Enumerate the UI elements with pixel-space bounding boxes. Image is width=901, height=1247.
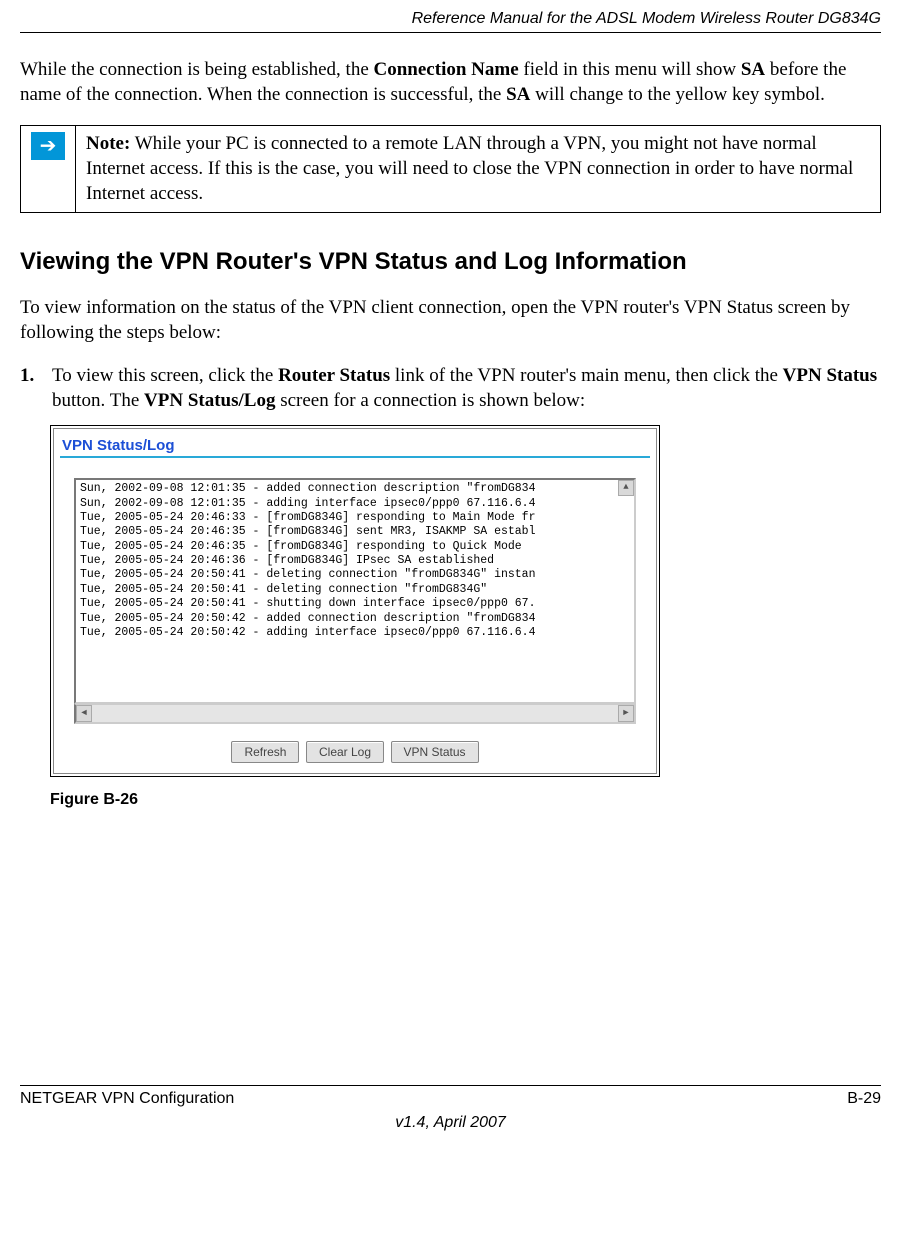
log-textarea[interactable]: Sun, 2002-09-08 12:01:35 - added connect… bbox=[74, 478, 636, 704]
button-row: Refresh Clear Log VPN Status bbox=[60, 740, 650, 763]
log-line: Tue, 2005-05-24 20:50:41 - deleting conn… bbox=[80, 583, 487, 596]
refresh-button[interactable]: Refresh bbox=[231, 741, 299, 763]
text: While the connection is being establishe… bbox=[20, 59, 374, 80]
section-heading: Viewing the VPN Router's VPN Status and … bbox=[20, 248, 881, 276]
screenshot-title: VPN Status/Log bbox=[62, 437, 650, 454]
scroll-right-icon[interactable]: ► bbox=[618, 705, 634, 722]
scroll-left-icon[interactable]: ◄ bbox=[76, 705, 92, 722]
log-line: Tue, 2005-05-24 20:46:35 - [fromDG834G] … bbox=[80, 540, 522, 553]
note-box: Note: While your PC is connected to a re… bbox=[20, 125, 881, 213]
clear-log-button[interactable]: Clear Log bbox=[306, 741, 384, 763]
text: will change to the yellow key symbol. bbox=[530, 84, 824, 105]
text: field in this menu will show bbox=[519, 59, 741, 80]
log-line: Tue, 2005-05-24 20:46:33 - [fromDG834G] … bbox=[80, 511, 535, 524]
figure-caption: Figure B-26 bbox=[50, 791, 881, 809]
bold-text: Connection Name bbox=[374, 59, 519, 80]
note-label: Note: bbox=[86, 133, 130, 154]
arrow-right-icon bbox=[31, 132, 65, 160]
note-text: While your PC is connected to a remote L… bbox=[86, 133, 853, 203]
paragraph-2: To view information on the status of the… bbox=[20, 296, 881, 345]
text: To view this screen, click the bbox=[52, 365, 278, 386]
bold-text: SA bbox=[741, 59, 765, 80]
note-text-cell: Note: While your PC is connected to a re… bbox=[76, 126, 881, 213]
step-number: 1. bbox=[20, 364, 40, 413]
page-footer: NETGEAR VPN Configuration B-29 v1.4, Apr… bbox=[20, 1085, 881, 1132]
log-line: Tue, 2005-05-24 20:50:41 - shutting down… bbox=[80, 597, 535, 610]
log-line: Tue, 2005-05-24 20:50:42 - added connect… bbox=[80, 612, 535, 625]
log-line: Tue, 2005-05-24 20:50:42 - adding interf… bbox=[80, 626, 535, 639]
text: button. The bbox=[52, 390, 144, 411]
text: screen for a connection is shown below: bbox=[275, 390, 585, 411]
log-line: Tue, 2005-05-24 20:50:41 - deleting conn… bbox=[80, 568, 535, 581]
footer-left: NETGEAR VPN Configuration bbox=[20, 1090, 234, 1108]
footer-version: v1.4, April 2007 bbox=[20, 1114, 881, 1132]
log-line: Tue, 2005-05-24 20:46:36 - [fromDG834G] … bbox=[80, 554, 494, 567]
vpn-status-button[interactable]: VPN Status bbox=[391, 741, 479, 763]
scroll-up-icon[interactable]: ▲ bbox=[618, 480, 634, 496]
divider bbox=[60, 456, 650, 458]
bold-text: SA bbox=[506, 84, 530, 105]
footer-page-number: B-29 bbox=[847, 1090, 881, 1108]
bold-text: Router Status bbox=[278, 365, 390, 386]
page-header: Reference Manual for the ADSL Modem Wire… bbox=[20, 10, 881, 33]
log-line: Tue, 2005-05-24 20:46:35 - [fromDG834G] … bbox=[80, 525, 535, 538]
text: link of the VPN router's main menu, then… bbox=[390, 365, 783, 386]
step-1: 1. To view this screen, click the Router… bbox=[20, 364, 881, 413]
log-line: Sun, 2002-09-08 12:01:35 - adding interf… bbox=[80, 497, 535, 510]
log-line: Sun, 2002-09-08 12:01:35 - added connect… bbox=[80, 482, 535, 495]
horizontal-scrollbar[interactable]: ◄ ► bbox=[74, 704, 636, 724]
vpn-status-screenshot: VPN Status/Log Sun, 2002-09-08 12:01:35 … bbox=[50, 425, 660, 777]
paragraph-1: While the connection is being establishe… bbox=[20, 58, 881, 107]
bold-text: VPN Status/Log bbox=[144, 390, 275, 411]
note-icon-cell bbox=[21, 126, 76, 213]
bold-text: VPN Status bbox=[783, 365, 877, 386]
step-text: To view this screen, click the Router St… bbox=[52, 364, 881, 413]
